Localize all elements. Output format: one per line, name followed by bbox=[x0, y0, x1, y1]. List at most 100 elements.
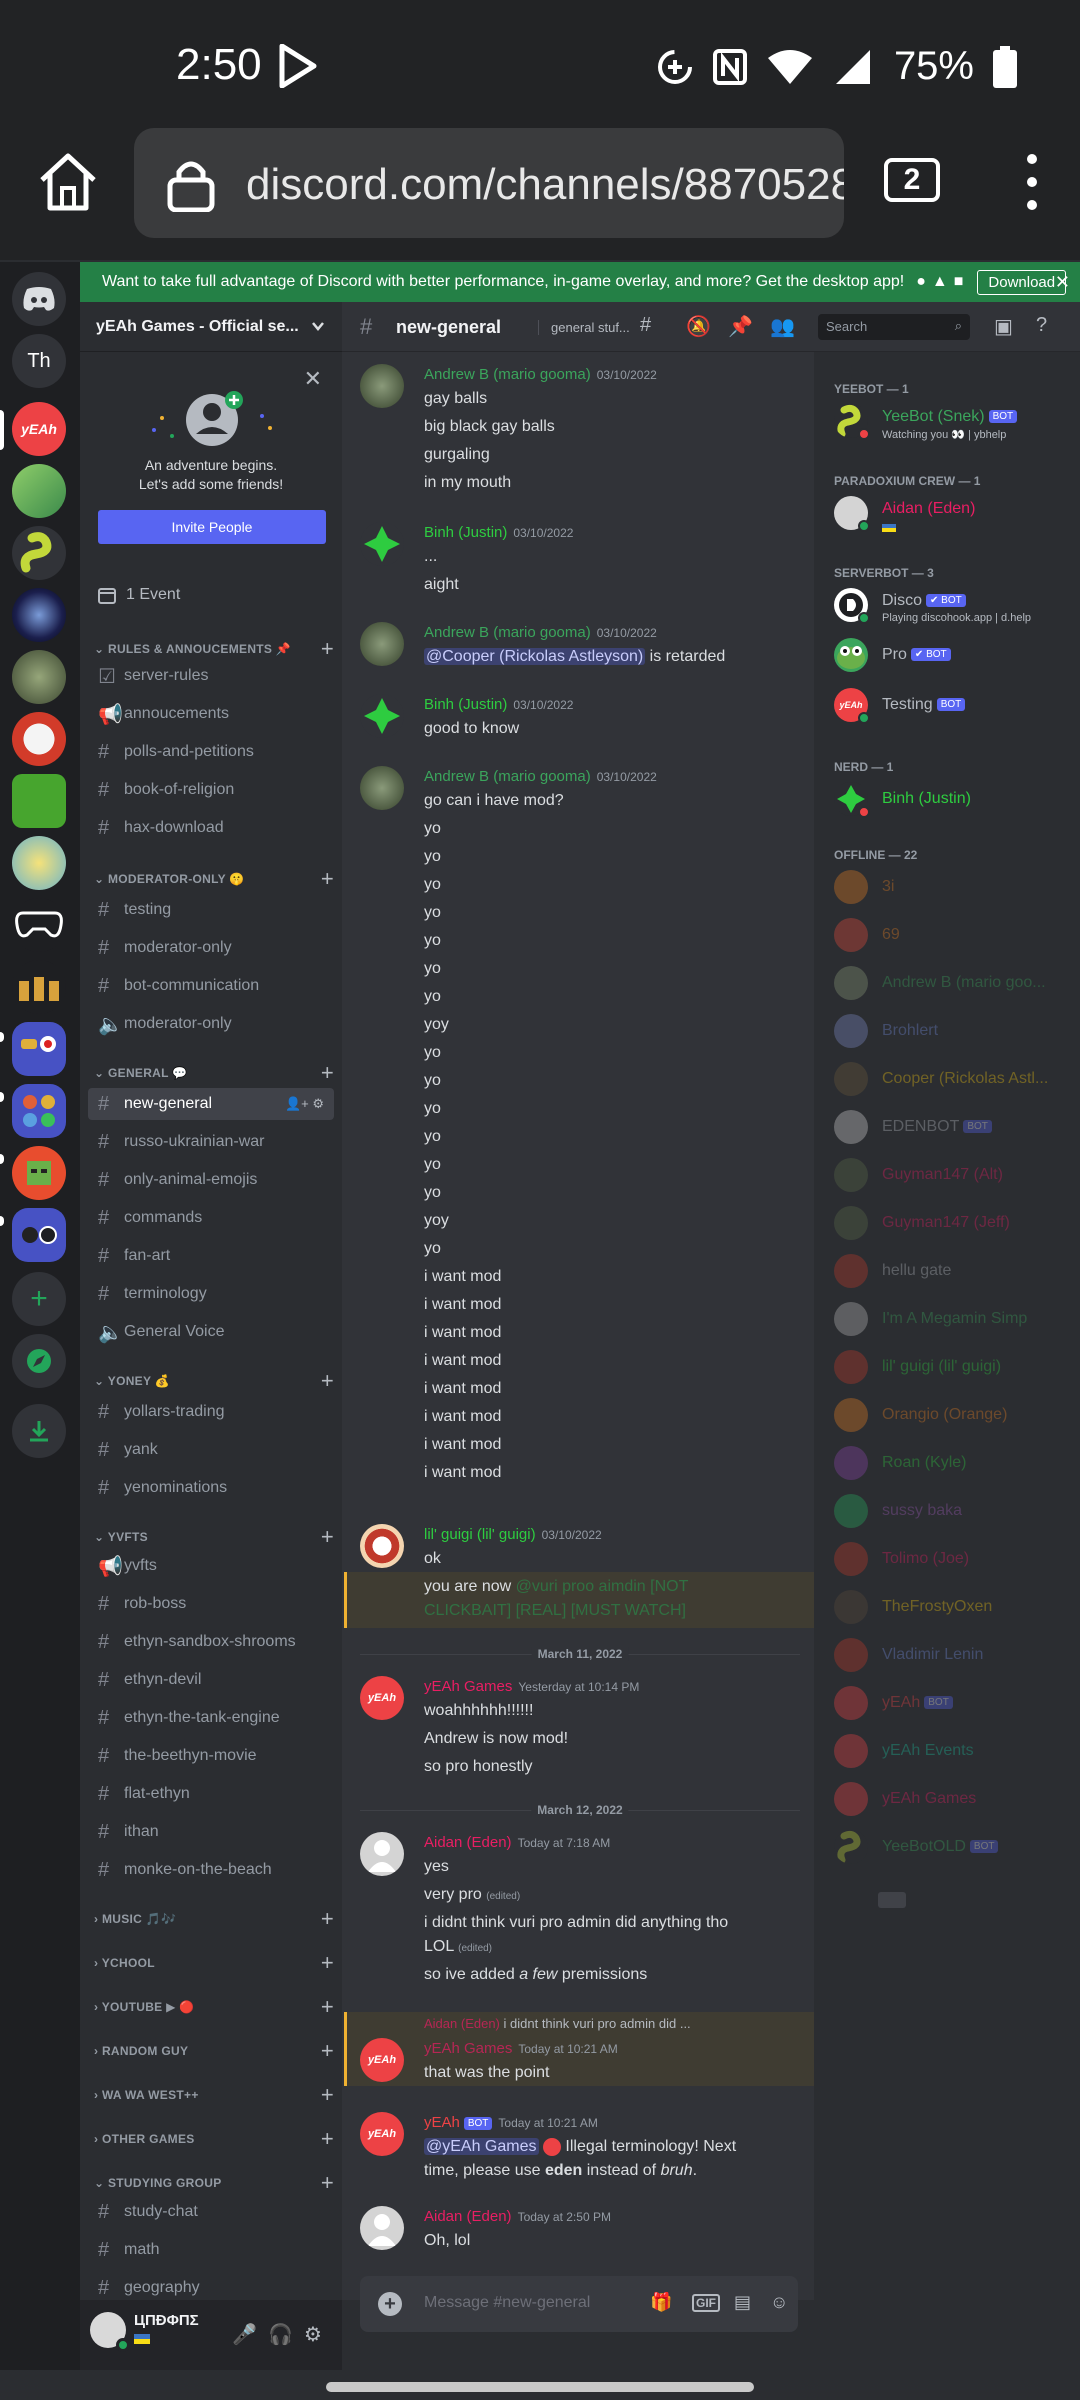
author-avatar[interactable] bbox=[360, 1524, 404, 1568]
author-name[interactable]: Andrew B (mario gooma) bbox=[424, 366, 591, 383]
server-folder-2[interactable] bbox=[12, 1084, 66, 1138]
add-channel-icon[interactable]: + bbox=[321, 2170, 334, 2196]
explore-servers-icon[interactable] bbox=[12, 1334, 66, 1388]
category-general[interactable]: ⌄ GENERAL 💬 + bbox=[94, 1060, 334, 1085]
server-controller[interactable] bbox=[12, 898, 66, 952]
address-bar[interactable]: discord.com/channels/8870528 bbox=[134, 128, 844, 238]
channel-yvfts[interactable]: 📢 yvfts bbox=[88, 1550, 334, 1582]
member-offline[interactable]: YeeBotOLD BOT bbox=[834, 1828, 1074, 1870]
channel-ethyn-devil[interactable]: # ethyn-devil bbox=[88, 1664, 334, 1696]
add-channel-icon[interactable]: + bbox=[321, 1524, 334, 1550]
channel-only-animal-emojis[interactable]: # only-animal-emojis bbox=[88, 1164, 334, 1196]
voice-general[interactable]: 🔈 General Voice bbox=[88, 1316, 334, 1348]
member-list-icon[interactable]: 👥 bbox=[770, 314, 795, 339]
user-mention[interactable]: @yEAh Games bbox=[424, 2138, 539, 2156]
channel-ithan[interactable]: # ithan bbox=[88, 1816, 334, 1848]
category-other-games[interactable]: › OTHER GAMES + bbox=[94, 2126, 334, 2151]
member-offline[interactable]: Orangio (Orange) bbox=[834, 1396, 1074, 1438]
member-yeebot[interactable]: YeeBot (Snek) BOT Watching you 👀 | ybhelp bbox=[834, 402, 1074, 444]
add-channel-icon[interactable]: + bbox=[321, 1950, 334, 1976]
add-channel-icon[interactable]: + bbox=[321, 1994, 334, 2020]
add-channel-icon[interactable]: + bbox=[321, 2126, 334, 2152]
author-name[interactable]: yEAh Games bbox=[424, 2040, 512, 2057]
search-input[interactable]: Search ⌕ bbox=[818, 314, 970, 340]
member-offline[interactable]: Andrew B (mario goo... bbox=[834, 964, 1074, 1006]
channel-rob-boss[interactable]: # rob-boss bbox=[88, 1588, 334, 1620]
channel-russo-ukrainian-war[interactable]: # russo-ukrainian-war bbox=[88, 1126, 334, 1158]
member-offline[interactable]: Roan (Kyle) bbox=[834, 1444, 1074, 1486]
emoji-icon[interactable]: ☺ bbox=[770, 2292, 788, 2313]
voice-moderator-only[interactable]: 🔈 moderator-only bbox=[88, 1008, 334, 1040]
add-channel-icon[interactable]: + bbox=[321, 1368, 334, 1394]
invite-people-button[interactable]: Invite People bbox=[98, 510, 326, 544]
server-minecraft-map[interactable] bbox=[12, 464, 66, 518]
category-random-guy[interactable]: › RANDOM GUY + bbox=[94, 2038, 334, 2063]
channel-religion[interactable]: # book-of-religion bbox=[88, 774, 334, 806]
channel-ethyn-sandbox-shrooms[interactable]: # ethyn-sandbox-shrooms bbox=[88, 1626, 334, 1658]
member-offline[interactable]: sussy baka bbox=[834, 1492, 1074, 1534]
add-channel-icon[interactable]: + bbox=[321, 1060, 334, 1086]
server-figures[interactable] bbox=[12, 960, 66, 1014]
add-channel-icon[interactable]: + bbox=[321, 866, 334, 892]
member-pro[interactable]: Pro ✔ BOT bbox=[834, 636, 1074, 678]
author-name[interactable]: Binh (Justin) bbox=[424, 524, 507, 541]
category-moderator[interactable]: ⌄ MODERATOR-ONLY 🤫 + bbox=[94, 866, 334, 891]
pinned-icon[interactable]: 📌 bbox=[728, 314, 753, 339]
gift-icon[interactable]: 🎁 bbox=[650, 2292, 672, 2313]
events-item[interactable]: 1 Event bbox=[98, 586, 180, 604]
author-avatar[interactable] bbox=[360, 1832, 404, 1876]
author-name[interactable]: Andrew B (mario gooma) bbox=[424, 768, 591, 785]
channel-topic[interactable]: general stuf... bbox=[538, 320, 630, 335]
member-offline[interactable]: 3i bbox=[834, 868, 1074, 910]
member-binh[interactable]: Binh (Justin) bbox=[834, 780, 1074, 822]
author-name[interactable]: Binh (Justin) bbox=[424, 696, 507, 713]
role-mention[interactable]: @vuri proo aimdin [NOT bbox=[516, 1578, 689, 1595]
category-youtube[interactable]: › YOUTUBE ▶ 🔴 + bbox=[94, 1994, 334, 2019]
download-apps-icon[interactable] bbox=[12, 1404, 66, 1458]
channel-ethyn-tank[interactable]: # ethyn-the-tank-engine bbox=[88, 1702, 334, 1734]
author-name[interactable]: Aidan (Eden) bbox=[424, 2208, 512, 2225]
add-channel-icon[interactable]: + bbox=[321, 1906, 334, 1932]
discord-home-icon[interactable] bbox=[12, 272, 66, 326]
banner-close-icon[interactable]: ✕ bbox=[1055, 272, 1070, 293]
category-rules[interactable]: ⌄ RULES & ANNOUCEMENTS 📌 + bbox=[94, 636, 334, 661]
browser-menu-icon[interactable] bbox=[1020, 154, 1044, 210]
category-music[interactable]: › MUSIC 🎵🎶 + bbox=[94, 1906, 334, 1931]
channel-yenominations[interactable]: # yenominations bbox=[88, 1472, 334, 1504]
download-button[interactable]: Download bbox=[977, 269, 1067, 295]
home-icon[interactable] bbox=[36, 150, 100, 214]
channel-beethyn-movie[interactable]: # the-beethyn-movie bbox=[88, 1740, 334, 1772]
dm-avatar[interactable]: Th bbox=[12, 334, 66, 388]
member-offline[interactable]: Guyman147 (Alt) bbox=[834, 1156, 1074, 1198]
author-avatar[interactable]: yEAh bbox=[360, 2038, 404, 2082]
help-icon[interactable]: ? bbox=[1036, 314, 1047, 337]
channel-terminology[interactable]: # terminology bbox=[88, 1278, 334, 1310]
member-offline[interactable]: Vladimir Lenin bbox=[834, 1636, 1074, 1678]
channel-new-general[interactable]: # new-general 👤+ ⚙ bbox=[88, 1088, 334, 1120]
channel-moderator-only[interactable]: # moderator-only bbox=[88, 932, 334, 964]
headphones-icon[interactable]: 🎧 bbox=[268, 2322, 293, 2347]
member-offline[interactable]: lil' guigi (lil' guigi) bbox=[834, 1348, 1074, 1390]
server-folder-3[interactable] bbox=[12, 1208, 66, 1262]
server-header[interactable]: yEAh Games - Official se... bbox=[80, 302, 342, 352]
author-avatar[interactable] bbox=[360, 364, 404, 408]
author-name[interactable]: yEAh bbox=[424, 2114, 460, 2131]
channel-testing[interactable]: # testing bbox=[88, 894, 334, 926]
user-settings-icon[interactable]: ⚙ bbox=[304, 2322, 322, 2347]
server-zombie[interactable] bbox=[12, 1146, 66, 1200]
member-aidan[interactable]: Aidan (Eden) bbox=[834, 494, 1074, 536]
channel-fan-art[interactable]: # fan-art bbox=[88, 1240, 334, 1272]
author-avatar[interactable] bbox=[360, 522, 404, 566]
category-yoney[interactable]: ⌄ YONEY 💰 + bbox=[94, 1368, 334, 1393]
author-name[interactable]: Aidan (Eden) bbox=[424, 1834, 512, 1851]
server-ramen[interactable] bbox=[12, 712, 66, 766]
member-disco[interactable]: Disco ✔ BOT Playing discohook.app | d.hel… bbox=[834, 586, 1074, 628]
member-offline[interactable]: Tolimo (Joe) bbox=[834, 1540, 1074, 1582]
member-offline[interactable]: yEAh Games bbox=[834, 1780, 1074, 1822]
channel-commands[interactable]: # commands bbox=[88, 1202, 334, 1234]
attach-plus-icon[interactable]: + bbox=[378, 2292, 402, 2316]
add-server-icon[interactable]: + bbox=[12, 1272, 66, 1326]
server-snake[interactable] bbox=[12, 526, 66, 580]
channel-server-rules[interactable]: ☑ server-rules bbox=[88, 660, 334, 692]
author-avatar[interactable]: yEAh bbox=[360, 1676, 404, 1720]
